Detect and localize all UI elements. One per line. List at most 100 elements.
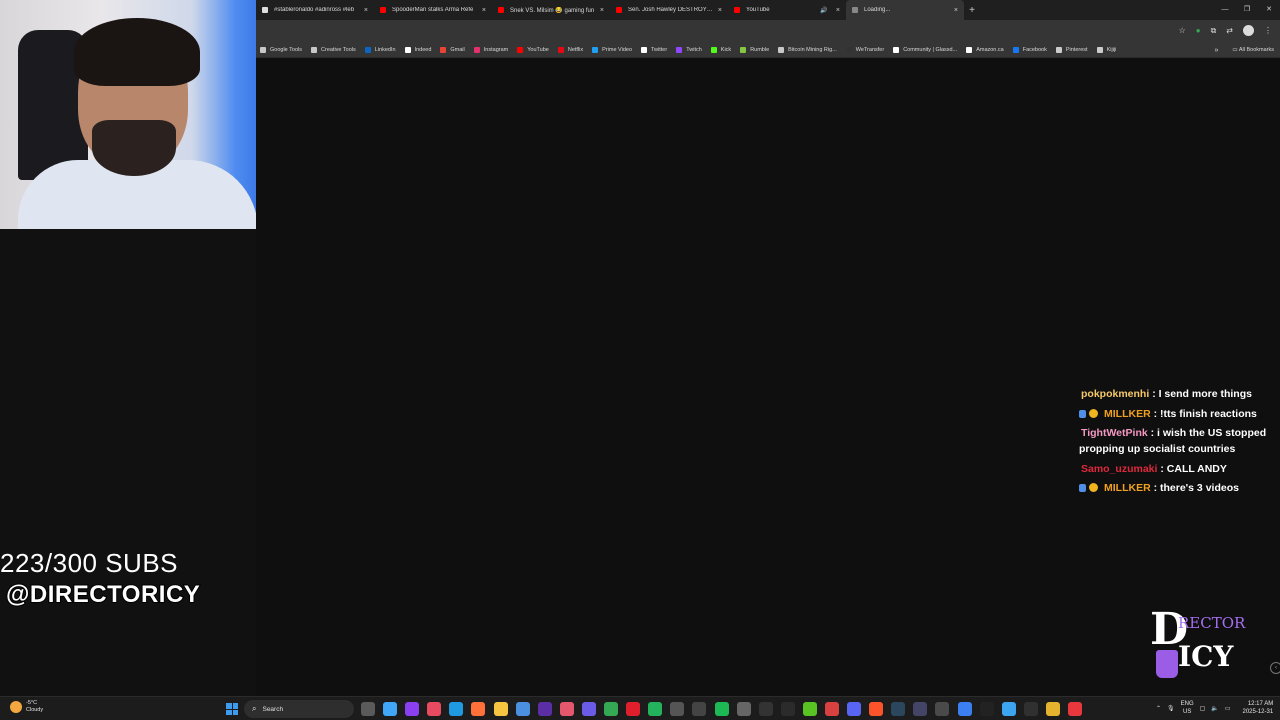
language-indicator[interactable]: ENG US — [1181, 700, 1194, 716]
chat-badge-icon — [1089, 483, 1098, 492]
windows-start-icon[interactable] — [226, 703, 238, 715]
bookmark-item[interactable]: LinkedIn — [364, 46, 396, 53]
discord-icon[interactable] — [847, 702, 862, 716]
app-globe-icon[interactable] — [1001, 702, 1016, 716]
all-bookmarks-folder[interactable]: ▭ All Bookmarks — [1232, 47, 1274, 53]
app-dark-icon[interactable] — [1023, 702, 1038, 716]
lang-code: ENG — [1180, 701, 1194, 707]
chrome-icon[interactable] — [604, 702, 619, 716]
new-tab-button[interactable]: + — [964, 5, 980, 16]
webcam-feed — [0, 0, 256, 229]
taskbar-search[interactable]: ⌕ Search — [244, 700, 354, 718]
app-last-icon[interactable] — [1068, 702, 1082, 716]
firefox-icon[interactable] — [471, 702, 486, 716]
tab-title: SpooderMan stalks Arma Refe — [392, 7, 474, 13]
x-icon[interactable] — [979, 702, 994, 716]
menu-kebab-icon[interactable]: ⋮ — [1264, 25, 1272, 37]
file-explorer-icon[interactable] — [493, 702, 508, 716]
browser-tab[interactable]: #stableronaldo #adinross #leb × — [256, 0, 374, 20]
task-view-icon[interactable] — [361, 702, 375, 716]
bookmark-item[interactable]: Creative Tools — [311, 46, 356, 53]
browser-tab[interactable]: Sen. Josh Hawley DESTROYS C × — [610, 0, 728, 20]
taskbar: -5°C Cloudy ⌕ Search ⌃ 🎙 ENG US ▢ 🔈 ▭ 12… — [0, 696, 1280, 720]
bookmark-item[interactable]: Pinterest — [1055, 46, 1088, 53]
close-tab-icon[interactable]: × — [482, 7, 486, 14]
network-icon[interactable]: ▢ — [1200, 705, 1206, 712]
loading-spinner-icon — [852, 7, 858, 13]
browser-tab[interactable]: SpooderMan stalks Arma Refe × — [374, 0, 492, 20]
bookmark-item[interactable]: Bitcoin Mining Rig... — [778, 46, 837, 53]
bookmark-item[interactable]: Prime Video — [592, 46, 632, 53]
tab-audio-icon[interactable]: 🔊 — [820, 7, 827, 14]
close-tab-icon[interactable]: × — [600, 7, 604, 14]
bookmark-item[interactable]: Indeed — [404, 46, 431, 53]
close-window-button[interactable]: ✕ — [1258, 0, 1280, 20]
steam-icon[interactable] — [891, 702, 906, 716]
brave-icon[interactable] — [869, 702, 884, 716]
bookmark-item[interactable]: YouTube — [517, 46, 549, 53]
app-m-icon[interactable] — [537, 702, 552, 716]
bookmark-item[interactable]: Kijiji — [1096, 46, 1116, 53]
microphone-icon[interactable]: 🎙 — [1167, 705, 1175, 712]
copilot-icon[interactable] — [383, 702, 398, 716]
bookmark-item[interactable]: Netflix — [557, 46, 583, 53]
bookmark-item[interactable]: Twitch — [676, 46, 702, 53]
bookmark-item[interactable]: Gmail — [440, 46, 465, 53]
bookmark-item[interactable]: Google Tools — [260, 46, 302, 53]
maximize-button[interactable]: ❐ — [1236, 0, 1258, 20]
close-tab-icon[interactable]: × — [836, 7, 840, 14]
app-yellow-icon[interactable] — [1045, 702, 1060, 716]
app-blue-icon[interactable] — [957, 702, 972, 716]
app-grid-icon[interactable] — [935, 702, 950, 716]
app-n-icon[interactable] — [427, 702, 442, 716]
clock[interactable]: 12:17 AM 2025-12-31 — [1243, 700, 1274, 716]
app-ring-icon[interactable] — [736, 702, 751, 716]
app-box-icon[interactable] — [515, 702, 530, 716]
youtube-icon — [498, 7, 504, 13]
browser-tab[interactable]: Loading... × — [846, 0, 964, 20]
tray-overflow-icon[interactable]: ⌃ — [1156, 705, 1161, 712]
more-bookmarks-icon[interactable]: » — [1215, 47, 1219, 54]
bookmark-favicon-icon — [260, 46, 266, 53]
bookmark-item[interactable]: Twitter — [641, 46, 667, 53]
weather-widget[interactable]: -5°C Cloudy — [10, 700, 43, 714]
profile-avatar-icon[interactable] — [1243, 25, 1254, 36]
capcut-icon[interactable] — [758, 702, 773, 716]
close-tab-icon[interactable]: × — [954, 7, 958, 14]
app-dots-icon[interactable] — [692, 702, 707, 716]
extensions-icon[interactable]: ⧉ — [1211, 25, 1217, 37]
obs-icon[interactable] — [913, 702, 928, 716]
minimize-button[interactable]: — — [1214, 0, 1236, 20]
bookmark-item[interactable]: WeTransfer — [845, 46, 884, 53]
tab-search-icon[interactable]: ⇄ — [1226, 25, 1233, 37]
side-panel-icon[interactable]: ‹ — [1270, 662, 1280, 674]
bookmark-item[interactable]: Rumble — [740, 46, 769, 53]
opera-icon[interactable] — [626, 702, 641, 716]
bookmark-item[interactable]: Instagram — [473, 46, 508, 53]
close-tab-icon[interactable]: × — [364, 7, 368, 14]
bookmark-item[interactable]: Facebook — [1012, 46, 1047, 53]
bookmark-item[interactable]: Community | Glassd... — [893, 46, 957, 53]
browser-tab[interactable]: YouTube 🔊 × — [728, 0, 846, 20]
bookmark-star-icon[interactable]: ☆ — [1179, 25, 1186, 37]
battery-icon[interactable]: ▭ — [1225, 705, 1231, 712]
app-cmd-icon[interactable] — [780, 702, 795, 716]
extension-green-icon[interactable]: ● — [1196, 25, 1201, 37]
app-mail-icon[interactable] — [581, 702, 596, 716]
bookmark-item[interactable]: Amazon.ca — [966, 46, 1004, 53]
spotify-icon[interactable] — [714, 702, 729, 716]
chat-badge-icon — [1079, 484, 1086, 492]
app-shield-icon[interactable] — [559, 702, 574, 716]
close-tab-icon[interactable]: × — [718, 7, 722, 14]
edge-icon[interactable] — [449, 702, 464, 716]
app-g-icon[interactable] — [648, 702, 663, 716]
browser-tab[interactable]: Snek VS. Milsim 😂 gaming fun × — [492, 0, 610, 20]
app-red-icon[interactable] — [824, 702, 839, 716]
bookmark-item[interactable]: Kick — [710, 46, 731, 53]
app-circle-icon[interactable] — [670, 702, 685, 716]
app-m2-icon[interactable] — [802, 702, 817, 716]
volume-icon[interactable]: 🔈 — [1211, 705, 1218, 712]
app-purple-icon[interactable] — [405, 702, 420, 716]
person-hair — [74, 18, 200, 86]
chat-username: Samo_uzumaki — [1081, 462, 1158, 475]
